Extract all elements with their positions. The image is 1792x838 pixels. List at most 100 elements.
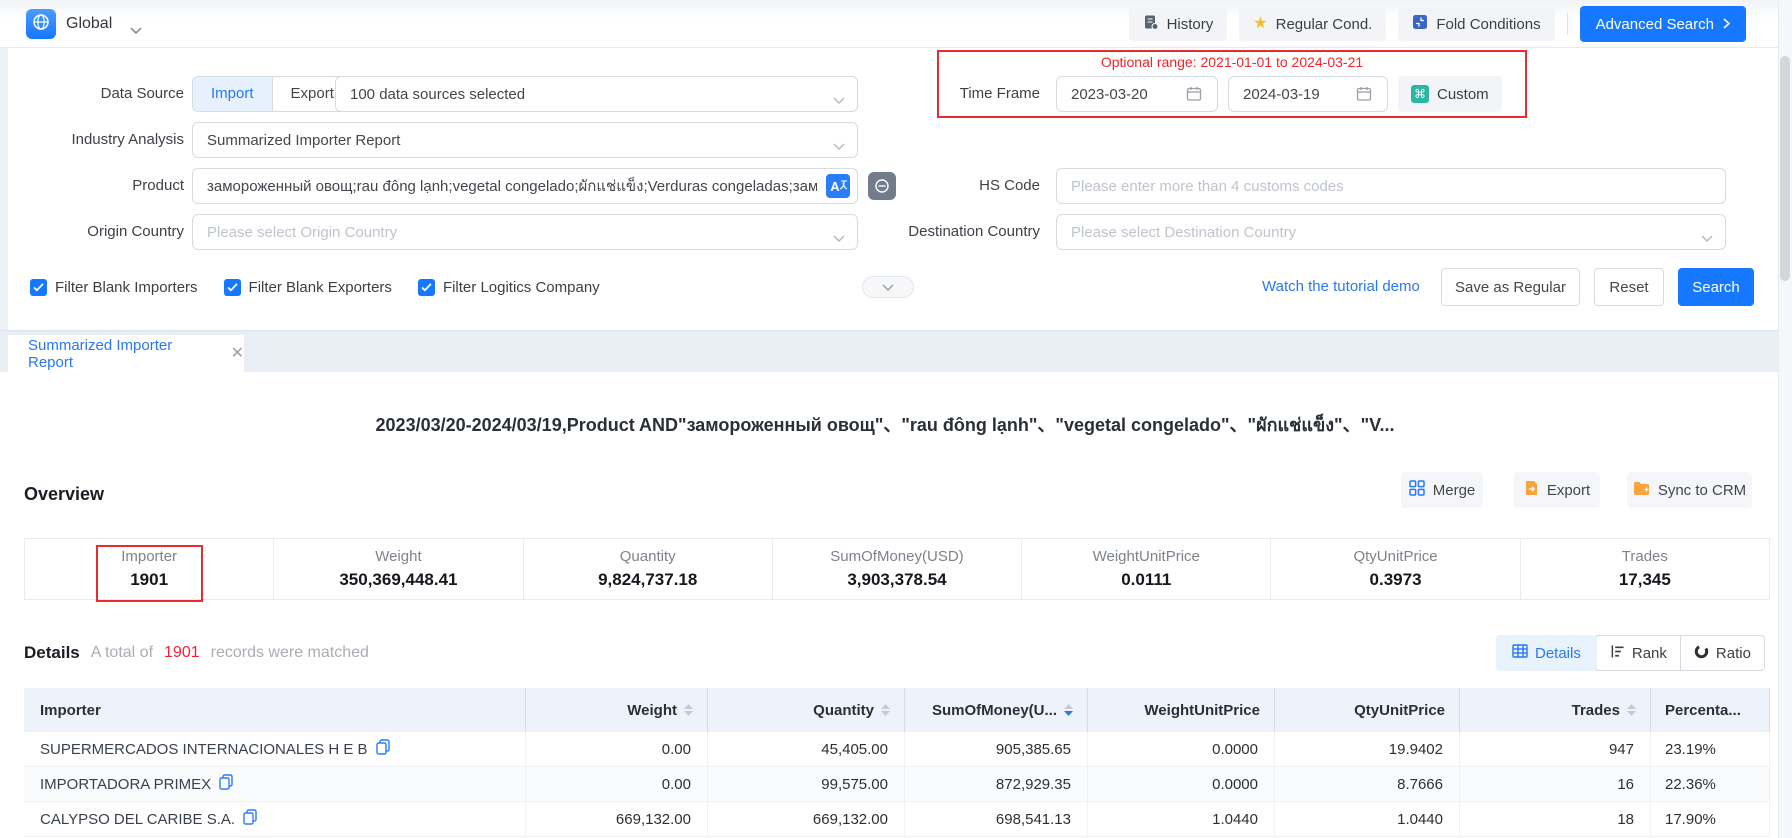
- product-label: Product: [24, 168, 184, 204]
- trade-data-app: Global History ★ Regular Cond. Fold Cond…: [0, 0, 1792, 838]
- scrollbar-thumb[interactable]: [1780, 56, 1790, 281]
- stat-qty-unit-price: QtyUnitPrice 0.3973: [1270, 539, 1519, 599]
- sum-cell: 698,541.13: [905, 802, 1088, 836]
- star-icon: ★: [1253, 16, 1267, 32]
- details-table: Importer Weight Quantity SumOfMoney(U...…: [24, 688, 1770, 837]
- stat-label: Weight: [274, 548, 522, 565]
- copy-icon[interactable]: [243, 809, 257, 829]
- region-chip[interactable]: [26, 9, 56, 39]
- page-edge: [0, 48, 8, 330]
- tutorial-demo-link[interactable]: Watch the tutorial demo: [1262, 268, 1420, 306]
- calendar-icon[interactable]: [1186, 86, 1202, 107]
- view-toggle: Details Rank Ratio: [1497, 635, 1765, 671]
- table-header-row: Importer Weight Quantity SumOfMoney(U...…: [24, 688, 1770, 732]
- export-button[interactable]: Export: [1514, 472, 1600, 508]
- calendar-icon[interactable]: [1356, 86, 1372, 107]
- command-icon: ⌘: [1411, 85, 1429, 103]
- tab-label: Summarized Importer Report: [28, 337, 217, 371]
- regular-cond-button[interactable]: ★ Regular Cond.: [1239, 7, 1386, 41]
- page-scrollbar[interactable]: [1778, 0, 1792, 838]
- checkbox-filter-blank-importers[interactable]: Filter Blank Importers: [30, 279, 198, 296]
- sync-to-crm-button[interactable]: Sync to CRM: [1627, 472, 1752, 508]
- save-as-regular-button[interactable]: Save as Regular: [1441, 268, 1580, 306]
- importer-name-cell[interactable]: CALYPSO DEL CARIBE S.A.: [24, 802, 526, 836]
- checkbox-filter-logitics-company[interactable]: Filter Logitics Company: [418, 279, 600, 296]
- table-row: SUPERMERCADOS INTERNACIONALES H E B 0.00…: [24, 732, 1770, 767]
- check-icon: [418, 279, 435, 296]
- importer-name-cell[interactable]: SUPERMERCADOS INTERNACIONALES H E B: [24, 732, 526, 766]
- search-form: Data Source Import Export 100 data sourc…: [0, 48, 1792, 330]
- translate-icon[interactable]: A: [826, 174, 850, 203]
- export-icon: [1524, 480, 1539, 500]
- checkbox-filter-blank-exporters[interactable]: Filter Blank Exporters: [224, 279, 392, 296]
- view-details-button[interactable]: Details: [1496, 635, 1597, 671]
- column-header-sum-of-money[interactable]: SumOfMoney(U...: [905, 688, 1088, 732]
- time-frame-label: Time Frame: [880, 76, 1040, 112]
- advanced-search-button[interactable]: Advanced Search: [1580, 6, 1746, 42]
- origin-country-dropdown[interactable]: Please select Origin Country: [192, 214, 858, 250]
- product-input[interactable]: [192, 168, 858, 204]
- arrow-right-icon: [1723, 16, 1730, 33]
- advanced-search-label: Advanced Search: [1596, 16, 1714, 33]
- report-title: 2023/03/20-2024/03/19,Product AND"заморо…: [0, 410, 1770, 439]
- stat-weight: Weight 350,369,448.41: [273, 539, 522, 599]
- svg-text:A: A: [830, 179, 840, 194]
- checkbox-label: Filter Logitics Company: [443, 279, 600, 296]
- chevron-down-icon[interactable]: [130, 21, 142, 39]
- tab-summarized-importer-report[interactable]: Summarized Importer Report ✕: [8, 335, 244, 373]
- percentage-cell: 17.90%: [1651, 802, 1770, 836]
- topbar-actions: History ★ Regular Cond. Fold Conditions …: [1129, 0, 1746, 48]
- fold-conditions-button[interactable]: Fold Conditions: [1398, 7, 1554, 41]
- copy-icon[interactable]: [219, 774, 233, 794]
- details-total-count: 1901: [164, 644, 200, 662]
- regular-cond-label: Regular Cond.: [1276, 16, 1373, 33]
- data-sources-dropdown[interactable]: 100 data sources selected: [335, 76, 858, 112]
- region-selector-label[interactable]: Global: [66, 0, 112, 48]
- search-button[interactable]: Search: [1678, 268, 1754, 306]
- qty-unit-price-cell: 8.7666: [1275, 767, 1460, 801]
- sum-cell: 872,929.35: [905, 767, 1088, 801]
- view-ratio-button[interactable]: Ratio: [1680, 635, 1765, 671]
- check-icon: [30, 279, 47, 296]
- stat-value: 350,369,448.41: [274, 570, 522, 590]
- view-rank-label: Rank: [1632, 645, 1667, 662]
- history-button[interactable]: History: [1129, 7, 1228, 41]
- destination-country-label: Destination Country: [880, 214, 1040, 250]
- importer-name-cell[interactable]: IMPORTADORA PRIMEX: [24, 767, 526, 801]
- hs-code-input[interactable]: [1056, 168, 1726, 204]
- column-header-trades[interactable]: Trades: [1460, 688, 1651, 732]
- rank-icon: [1610, 644, 1625, 663]
- stat-trades: Trades 17,345: [1520, 539, 1769, 599]
- reset-button[interactable]: Reset: [1594, 268, 1664, 306]
- history-icon: [1143, 14, 1159, 34]
- close-icon[interactable]: ✕: [231, 346, 244, 362]
- weight-cell: 669,132.00: [526, 802, 708, 836]
- filter-checkboxes: Filter Blank Importers Filter Blank Expo…: [30, 268, 600, 306]
- trades-cell: 16: [1460, 767, 1651, 801]
- top-bar: Global History ★ Regular Cond. Fold Cond…: [0, 0, 1792, 48]
- tab-import[interactable]: Import: [193, 77, 273, 111]
- quantity-cell: 99,575.00: [708, 767, 905, 801]
- custom-range-button[interactable]: ⌘ Custom: [1398, 76, 1502, 112]
- stat-value: 1901: [25, 570, 273, 590]
- copy-icon[interactable]: [376, 739, 390, 759]
- stat-sum-of-money: SumOfMoney(USD) 3,903,378.54: [772, 539, 1021, 599]
- origin-country-label: Origin Country: [24, 214, 184, 250]
- details-heading: Details: [24, 643, 80, 663]
- column-header-weight[interactable]: Weight: [526, 688, 708, 732]
- weight-cell: 0.00: [526, 732, 708, 766]
- merge-button[interactable]: Merge: [1401, 472, 1483, 508]
- destination-country-dropdown[interactable]: Please select Destination Country: [1056, 214, 1726, 250]
- stat-importer: Importer 1901: [25, 539, 273, 599]
- tab-strip: Summarized Importer Report ✕: [0, 330, 1792, 372]
- stat-value: 3,903,378.54: [773, 570, 1021, 590]
- table-icon: [1512, 644, 1528, 662]
- sort-caret-icon: [684, 704, 693, 716]
- details-summary: Details A total of 1901 records were mat…: [24, 635, 369, 671]
- sort-caret-icon: [1627, 704, 1636, 716]
- view-rank-button[interactable]: Rank: [1596, 635, 1681, 671]
- industry-analysis-dropdown[interactable]: Summarized Importer Report: [192, 122, 858, 158]
- column-header-quantity[interactable]: Quantity: [708, 688, 905, 732]
- stat-label: Importer: [25, 548, 273, 565]
- collapse-form-button[interactable]: [862, 276, 914, 298]
